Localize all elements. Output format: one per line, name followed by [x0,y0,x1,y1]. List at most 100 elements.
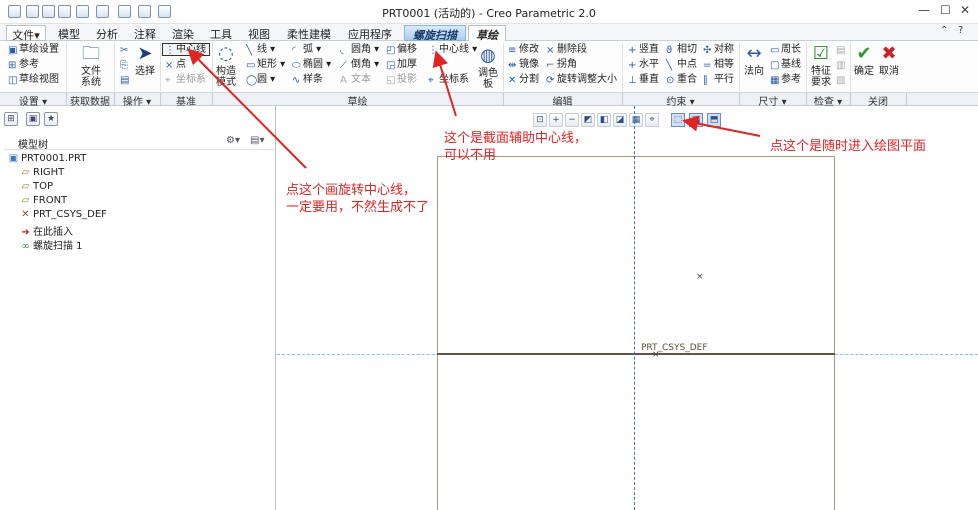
favorites-tab-icon[interactable]: ★ [44,112,58,126]
divide-button[interactable]: ✕ 分割 [508,74,539,86]
tree-item-part[interactable]: ▣ PRT0001.PRT [8,153,87,164]
tab-helical-sweep[interactable]: 螺旋扫描 [404,25,466,42]
vertical-centerline[interactable] [634,106,635,510]
tree-item-right[interactable]: ▱ RIGHT [20,167,65,178]
rotate-resize-button[interactable]: ⟳ 旋转调整大小 [546,74,617,86]
repaint-icon[interactable]: ◩ [581,113,595,127]
tree-item-insert-here[interactable]: ➜ 在此插入 [20,223,73,238]
reference-dimension-button[interactable]: ▦ 参考 [770,74,801,86]
coincident-constraint-button[interactable]: ⊙ 重合 [666,74,697,86]
inspect-tool-1[interactable]: ▤ [836,44,847,56]
feature-requirements-button[interactable]: ☑ 特征 要求 [808,43,834,89]
zoom-out-icon[interactable]: − [565,113,579,127]
perpendicular-constraint-button[interactable]: ⊥ 垂直 [628,74,659,86]
tab-view[interactable]: 视图 [242,25,276,41]
tree-item-top[interactable]: ▱ TOP [20,181,53,192]
thicken-button[interactable]: ◲ 加厚 [386,59,417,71]
maximize-icon[interactable]: ☐ [940,3,951,17]
csys-display-icon[interactable]: ⌖ [645,113,659,127]
sketch-view-icon[interactable]: ⬚ [671,113,685,127]
checkmark-icon: ✔ [856,43,872,64]
folder-browser-tab-icon[interactable]: ▣ [26,112,40,126]
minimize-ribbon-icon[interactable]: ⌃ [940,25,948,36]
tab-render[interactable]: 渲染 [166,25,200,41]
tab-file[interactable]: 文件▾ [6,25,46,42]
offset-button[interactable]: ◰ 偏移 [386,44,417,56]
sketch-view-button[interactable]: ◫ 草绘视图 [8,74,59,86]
line-button[interactable]: ╲ 线 ▾ [246,44,275,56]
cancel-button[interactable]: ✖ 取消 [877,44,901,78]
paste-button[interactable]: ▤ [120,74,131,86]
datum-display-icon[interactable]: ▦ [629,113,643,127]
datum-plane-icon: ▱ [21,181,30,192]
project-button[interactable]: ◱ 投影 [386,74,417,86]
tab-flexible-modeling[interactable]: 柔性建模 [280,25,338,41]
horizontal-constraint-button[interactable]: + 水平 [628,59,659,71]
tree-item-helical-sweep[interactable]: ∞ 螺旋扫描 1 [20,237,82,252]
tree-settings-icon[interactable]: ⚙▾ [226,135,240,146]
dimension-display-icon[interactable]: ⬓ [689,113,703,127]
palette-button[interactable]: ◍ 调色 板 [476,46,500,91]
tab-sketch[interactable]: 草绘 [468,25,506,42]
refit-icon[interactable]: ⊡ [533,113,547,127]
select-button[interactable]: ➤ 选择 [132,44,158,78]
midpoint-constraint-button[interactable]: ╲ 中点 [666,59,697,71]
tab-applications[interactable]: 应用程序 [342,25,398,41]
cut-button[interactable]: ✂ [120,44,131,56]
centerline-icon: ⋮ [165,45,175,56]
inspect-tool-3[interactable]: ▧ [836,74,847,86]
feature-requirements-icon: ☑ [812,43,830,64]
ellipse-button[interactable]: ⬭ 椭圆 ▾ [292,59,331,71]
tree-columns-icon[interactable]: ▤▾ [250,135,264,146]
datum-centerline-button[interactable]: ⋮中心线 [165,44,206,56]
file-system-button[interactable]: 🗀 文件 系统 [76,44,106,89]
equal-constraint-button[interactable]: = 相等 [703,59,734,71]
construct-mode-button[interactable]: ◌ 构造 模式 [214,44,238,89]
modify-button[interactable]: ≡ 修改 [508,44,539,56]
tab-tools[interactable]: 工具 [204,25,238,41]
copy-button[interactable]: ⎘ [120,59,131,71]
tab-annotate[interactable]: 注释 [128,25,162,41]
zoom-in-icon[interactable]: + [549,113,563,127]
reference-button[interactable]: ⊞ 参考 [8,59,39,71]
tab-analysis[interactable]: 分析 [90,25,124,41]
minimize-icon[interactable]: — [918,3,930,17]
normal-dimension-button[interactable]: ↔ 法向 [742,44,766,78]
sketch-setup-button[interactable]: ▣ 草绘设置 [8,44,59,56]
tree-item-front[interactable]: ▱ FRONT [20,195,68,206]
parallel-constraint-button[interactable]: ∥ 平行 [703,74,734,86]
corner-button[interactable]: ⌐ 拐角 [546,59,577,71]
close-icon[interactable]: ✕ [960,3,970,17]
sketch-csys-button[interactable]: ⌖ 坐标系 [428,74,469,86]
fillet-button[interactable]: ◟ 圆角 ▾ [340,44,379,56]
vertical-constraint-button[interactable]: + 竖直 [628,44,659,56]
tangent-constraint-button[interactable]: ϑ 相切 [666,44,697,56]
fillet-icon: ◟ [340,45,344,56]
mirror-button[interactable]: ⇹ 镜像 [508,59,539,71]
text-button[interactable]: A 文本 [340,74,371,86]
saved-orientations-icon[interactable]: ◪ [613,113,627,127]
circle-button[interactable]: ◯圆 ▾ [246,74,275,86]
title-bar: PRT0001 (活动的) - Creo Parametric 2.0 — ☐ … [0,0,978,24]
inspect-tool-2[interactable]: ▥ [836,59,847,71]
sketch-centerline-button[interactable]: ⋮中心线 ▾ [428,44,477,56]
ok-button[interactable]: ✔ 确定 [852,43,876,78]
delete-segment-button[interactable]: ⨯ 删除段 [546,44,587,56]
spline-button[interactable]: ∿ 样条 [292,74,323,86]
display-style-icon[interactable]: ◧ [597,113,611,127]
help-icon[interactable]: ? [958,25,963,36]
tab-model[interactable]: 模型 [52,25,86,41]
datum-point-button[interactable]: × 点 [165,59,186,71]
rectangle-button[interactable]: ▭ 矩形 ▾ [246,59,285,71]
arc-button[interactable]: ◜ 弧 ▾ [292,44,321,56]
perimeter-button[interactable]: ▭ 周长 [770,44,801,56]
tangent-icon: ϑ [666,45,673,56]
spline-icon: ∿ [292,75,301,86]
symmetric-constraint-button[interactable]: ✣ 对称 [703,44,734,56]
baseline-button[interactable]: □ 基线 [770,59,801,71]
datum-csys-button[interactable]: ⌖ 坐标系 [165,74,206,86]
constraint-display-icon[interactable]: ⬒ [707,113,721,127]
chamfer-button[interactable]: ⟋ 倒角 ▾ [340,59,379,71]
tree-item-csys[interactable]: ✕ PRT_CSYS_DEF [20,209,107,220]
model-tree-tab-icon[interactable]: ⊞ [4,112,18,126]
